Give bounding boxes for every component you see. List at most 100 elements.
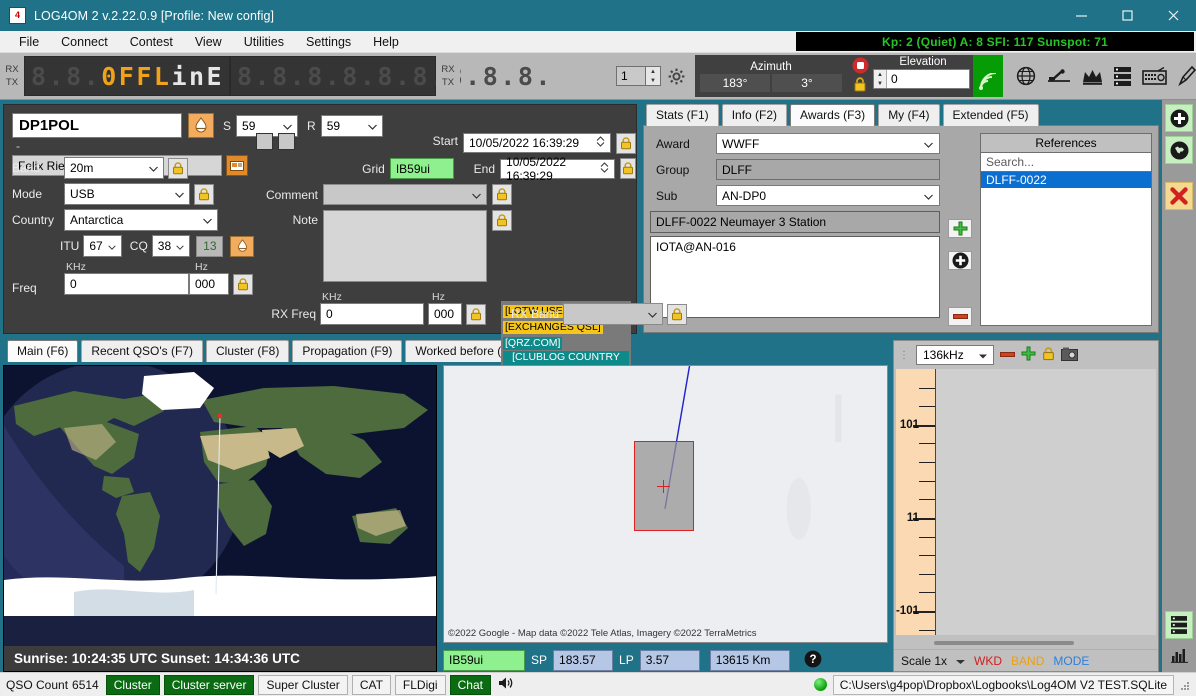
drag-handle[interactable]: ⋮ xyxy=(899,350,910,361)
menu-item-utilities[interactable]: Utilities xyxy=(233,33,295,51)
comment-input[interactable] xyxy=(323,184,487,205)
comment-lock-icon[interactable] xyxy=(492,184,512,205)
bandscope-display[interactable]: 101 11 -101 xyxy=(896,369,1156,635)
freq-hz-input[interactable]: 000 xyxy=(189,273,229,295)
note-input[interactable] xyxy=(323,210,487,282)
note-lock-icon[interactable] xyxy=(492,210,512,231)
radio-number[interactable]: 1 xyxy=(616,66,646,86)
help-icon[interactable]: ? xyxy=(804,650,822,671)
bandscope-add-icon[interactable] xyxy=(1021,346,1036,364)
cat-button[interactable]: CAT xyxy=(351,674,391,695)
tab-my[interactable]: My (F4) xyxy=(878,104,940,126)
bandscope-scroll-thumb[interactable] xyxy=(934,641,1074,645)
band-lock-icon[interactable] xyxy=(168,157,188,179)
end-lock-icon[interactable] xyxy=(620,158,636,179)
super-cluster-button[interactable]: Super Cluster xyxy=(258,674,348,695)
database-path[interactable]: C:\Users\g4pop\Dropbox\Logbooks\Log4OM V… xyxy=(832,674,1174,695)
frequency-display-primary[interactable]: 8.8.0FFLinE xyxy=(24,56,230,96)
qsl-received-checkbox[interactable] xyxy=(278,133,295,150)
map-grid-value[interactable]: IB59ui xyxy=(443,649,525,671)
frequency-display-secondary[interactable]: 8.8.8.8.8.8.8.8.8. xyxy=(230,56,550,96)
radio-icon[interactable] xyxy=(1142,67,1167,85)
start-lock-icon[interactable] xyxy=(616,133,636,154)
qsl-sent-checkbox[interactable] xyxy=(256,133,273,150)
gear-icon[interactable] xyxy=(665,53,687,99)
bandscope-lock-icon[interactable] xyxy=(1042,346,1055,364)
list-item[interactable]: DLFF-0022 xyxy=(981,172,1151,188)
rxfreq-hz-input[interactable]: 000 xyxy=(428,303,462,325)
bandscope-scale-label[interactable]: Scale 1x xyxy=(901,654,947,668)
minimize-icon[interactable] xyxy=(1058,0,1104,31)
radio-selector[interactable]: 1 ▲ ▼ xyxy=(616,53,661,99)
add-reference-button[interactable] xyxy=(948,219,972,238)
bandscope-snapshot-icon[interactable] xyxy=(1061,347,1078,364)
legend-wkd[interactable]: WKD xyxy=(974,654,1002,668)
legend-band[interactable]: BAND xyxy=(1011,654,1044,668)
itu-select[interactable]: 67 xyxy=(83,235,122,257)
menu-item-connect[interactable]: Connect xyxy=(50,33,119,51)
legend-mode[interactable]: MODE xyxy=(1053,654,1089,668)
stop-rotator-icon[interactable] xyxy=(852,57,869,77)
spinner-icon[interactable] xyxy=(600,161,609,176)
rxband-lock-icon[interactable] xyxy=(667,304,687,325)
cluster-server-button[interactable]: Cluster server xyxy=(163,674,255,695)
menu-item-help[interactable]: Help xyxy=(362,33,410,51)
statistics-icon[interactable] xyxy=(1165,642,1193,668)
globe-icon[interactable] xyxy=(1016,66,1036,86)
chat-button[interactable]: Chat xyxy=(449,674,491,695)
freq-lock-icon[interactable] xyxy=(233,274,253,295)
resize-grip[interactable] xyxy=(1180,680,1190,690)
crown-icon[interactable] xyxy=(1082,68,1103,85)
spinner-icon[interactable] xyxy=(596,136,605,151)
menu-item-contest[interactable]: Contest xyxy=(119,33,184,51)
award-select[interactable]: WWFF xyxy=(716,133,940,154)
close-icon[interactable] xyxy=(1150,0,1196,31)
world-map[interactable]: Sunrise: 10:24:35 UTC Sunset: 14:34:36 U… xyxy=(3,365,437,672)
bandscope-canvas[interactable] xyxy=(936,369,1156,635)
clear-qso-icon[interactable] xyxy=(1165,182,1193,210)
menu-item-file[interactable]: File xyxy=(8,33,50,51)
list-item[interactable]: IOTA@AN-016 xyxy=(656,240,939,254)
tab-recent-qsos[interactable]: Recent QSO's (F7) xyxy=(81,340,203,362)
menu-item-settings[interactable]: Settings xyxy=(295,33,362,51)
callsign-input[interactable]: DP1POL xyxy=(12,113,182,138)
mode-lock-icon[interactable] xyxy=(194,183,214,205)
speaker-icon[interactable] xyxy=(498,676,513,693)
elevation-input[interactable]: ▲ ▼ 0 xyxy=(873,69,970,89)
grid-input[interactable]: IB59ui xyxy=(389,158,455,179)
tab-propagation[interactable]: Propagation (F9) xyxy=(292,340,403,362)
start-datetime-input[interactable]: 10/05/2022 16:39:29 xyxy=(463,133,611,153)
assigned-references-list[interactable]: IOTA@AN-016 xyxy=(650,236,940,318)
globe-lookup-icon[interactable] xyxy=(1165,136,1193,164)
sub-select[interactable]: AN-DP0 xyxy=(716,185,940,206)
rxfreq-khz-input[interactable]: 0 xyxy=(320,303,424,325)
server-icon[interactable] xyxy=(1114,66,1131,86)
lock-icon[interactable] xyxy=(853,77,867,95)
pencil-icon[interactable] xyxy=(1178,66,1196,86)
tab-extended[interactable]: Extended (F5) xyxy=(942,104,1039,126)
cluster-button[interactable]: Cluster xyxy=(105,674,160,695)
tab-main[interactable]: Main (F6) xyxy=(7,340,79,362)
bandscope-scrollbar[interactable] xyxy=(934,637,1152,649)
references-search-input[interactable]: Search... xyxy=(980,153,1152,172)
cq-select[interactable]: 38 xyxy=(151,235,191,257)
bandscope-remove-icon[interactable] xyxy=(1000,348,1015,362)
freq-khz-input[interactable]: 0 xyxy=(64,273,189,295)
keyer-icon[interactable] xyxy=(1047,68,1071,84)
elevation-spinner[interactable]: ▲ ▼ xyxy=(874,70,887,88)
radio-spinner[interactable]: ▲ ▼ xyxy=(646,66,661,86)
end-datetime-input[interactable]: 10/05/2022 16:39:29 xyxy=(500,155,616,183)
tab-stats[interactable]: Stats (F1) xyxy=(646,104,719,126)
chevron-down-icon[interactable] xyxy=(956,654,966,668)
local-map[interactable]: ©2022 Google - Map data ©2022 Tele Atlas… xyxy=(443,361,888,643)
logbook-icon[interactable] xyxy=(1165,611,1193,639)
callsign-lookup-button[interactable] xyxy=(188,113,214,138)
references-list[interactable]: DLFF-0022 xyxy=(980,172,1152,326)
tab-awards[interactable]: Awards (F3) xyxy=(790,104,876,126)
bandscope-span-select[interactable]: 136kHz xyxy=(916,345,994,365)
country-lookup-button[interactable] xyxy=(230,235,254,257)
add-qso-icon[interactable] xyxy=(1165,104,1193,132)
remove-reference-button[interactable] xyxy=(948,307,972,326)
rxfreq-lock-icon[interactable] xyxy=(466,304,486,325)
rxband-select[interactable] xyxy=(563,303,663,325)
